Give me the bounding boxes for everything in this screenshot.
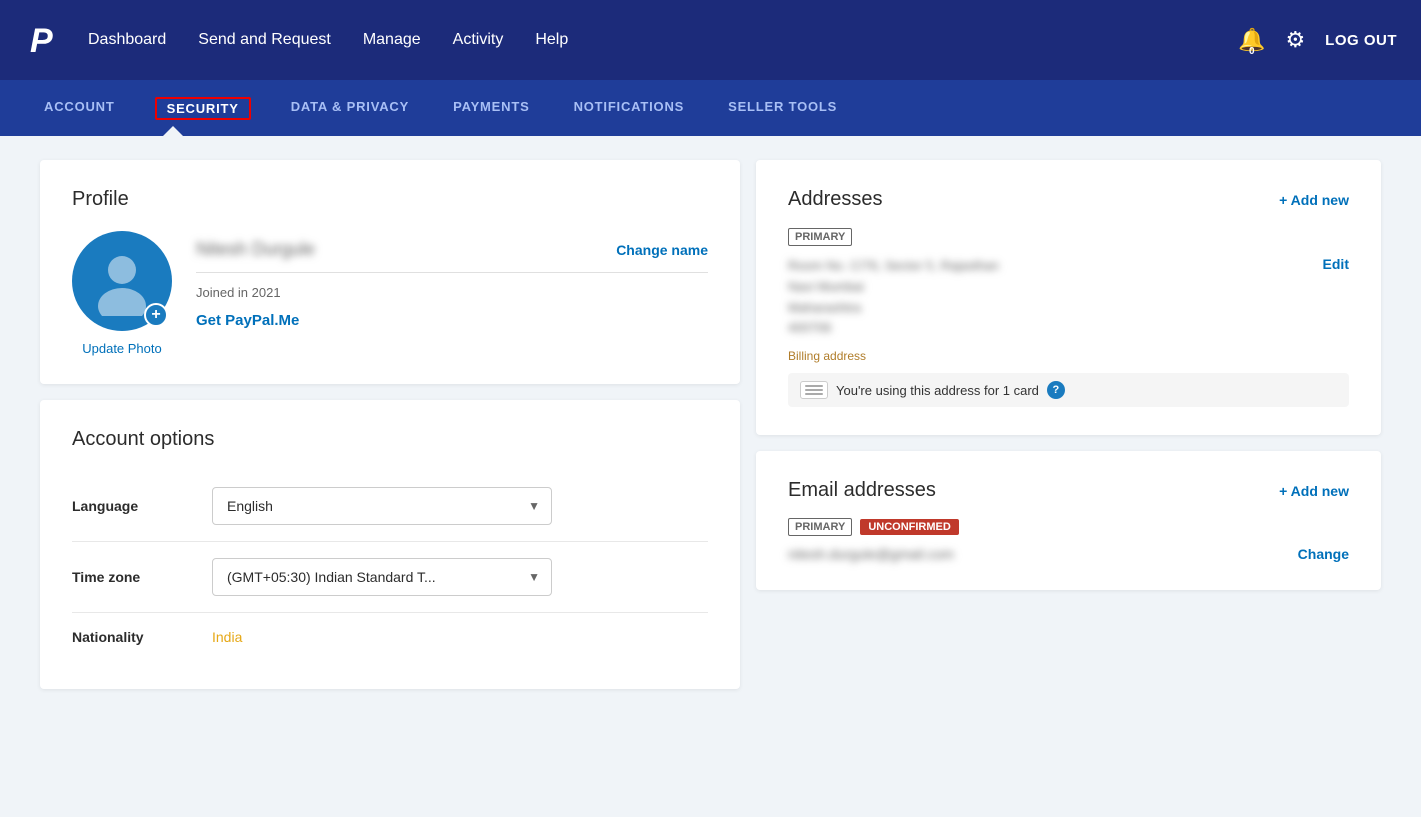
card-line-2 [805, 389, 823, 391]
nav-send-request[interactable]: Send and Request [198, 31, 331, 49]
profile-name: Nitesh Durgule [196, 239, 315, 260]
settings-icon[interactable]: ⚙ [1285, 27, 1305, 53]
address-text: Room No. C/76, Sector 5, Rajasthan Navi … [788, 256, 999, 339]
card-usage-text: You're using this address for 1 card [836, 383, 1039, 398]
nav-manage[interactable]: Manage [363, 31, 421, 49]
language-select-wrapper: English ▼ [212, 487, 552, 525]
addresses-title: Addresses [788, 188, 883, 211]
card-lines [805, 385, 823, 395]
nav-pointer [163, 126, 183, 136]
subnav-notifications[interactable]: NOTIFICATIONS [570, 80, 689, 136]
addresses-header: Addresses + Add new [788, 188, 1349, 211]
profile-title: Profile [72, 188, 708, 211]
right-column: Addresses + Add new PRIMARY Room No. C/7… [740, 160, 1381, 689]
nationality-row: Nationality India [72, 613, 708, 661]
language-select[interactable]: English [212, 487, 552, 525]
help-icon[interactable]: ? [1047, 381, 1065, 399]
timezone-row: Time zone (GMT+05:30) Indian Standard T.… [72, 542, 708, 613]
nav-help[interactable]: Help [535, 31, 568, 49]
sub-nav-wrapper: ACCOUNT SECURITY DATA & PRIVACY PAYMENTS… [0, 80, 1421, 136]
email-row: nitesh.durgule@gmail.com Change [788, 546, 1349, 562]
top-navigation: P Dashboard Send and Request Manage Acti… [0, 0, 1421, 80]
change-name-button[interactable]: Change name [616, 242, 708, 258]
profile-row: + Update Photo Nitesh Durgule Change nam… [72, 231, 708, 356]
profile-card: Profile + Update Photo Nitesh [40, 160, 740, 384]
email-addresses-title: Email addresses [788, 479, 936, 502]
subnav-account[interactable]: ACCOUNT [40, 80, 119, 136]
subnav-data-privacy[interactable]: DATA & PRIVACY [287, 80, 413, 136]
primary-address-badge: PRIMARY [788, 228, 852, 246]
email-addresses-card: Email addresses + Add new PRIMARY UNCONF… [756, 451, 1381, 590]
top-nav-links: Dashboard Send and Request Manage Activi… [88, 31, 1238, 49]
email-header: Email addresses + Add new [788, 479, 1349, 502]
timezone-label: Time zone [72, 569, 212, 585]
language-row: Language English ▼ [72, 471, 708, 542]
paypal-logo[interactable]: P [24, 20, 64, 60]
timezone-select-wrapper: (GMT+05:30) Indian Standard T... ▼ [212, 558, 552, 596]
notifications-bell[interactable]: 🔔 0 [1238, 27, 1265, 53]
nationality-value: India [212, 629, 242, 645]
nav-activity[interactable]: Activity [453, 31, 504, 49]
billing-label: Billing address [788, 349, 1349, 363]
subnav-seller-tools[interactable]: SELLER TOOLS [724, 80, 841, 136]
logout-button[interactable]: LOG OUT [1325, 32, 1397, 49]
subnav-payments[interactable]: PAYMENTS [449, 80, 533, 136]
nationality-label: Nationality [72, 629, 212, 645]
subnav-security[interactable]: SECURITY [155, 97, 251, 120]
avatar[interactable]: + [72, 231, 172, 331]
paypalme-link[interactable]: Get PayPal.Me [196, 312, 708, 329]
card-icon [800, 381, 828, 399]
avatar-wrapper: + Update Photo [72, 231, 172, 356]
add-email-button[interactable]: + Add new [1279, 483, 1349, 499]
avatar-plus-icon: + [144, 303, 168, 327]
sub-navigation: ACCOUNT SECURITY DATA & PRIVACY PAYMENTS… [0, 80, 1421, 136]
svg-text:P: P [30, 22, 53, 60]
unconfirmed-badge: UNCONFIRMED [860, 519, 959, 535]
timezone-select[interactable]: (GMT+05:30) Indian Standard T... [212, 558, 552, 596]
add-address-button[interactable]: + Add new [1279, 192, 1349, 208]
notification-count: 0 [1249, 46, 1255, 57]
change-email-button[interactable]: Change [1298, 546, 1349, 562]
card-line-3 [805, 393, 823, 395]
email-badges: PRIMARY UNCONFIRMED [788, 518, 1349, 536]
primary-email-badge: PRIMARY [788, 518, 852, 536]
main-content: Profile + Update Photo Nitesh [0, 136, 1421, 713]
card-usage-row: You're using this address for 1 card ? [788, 373, 1349, 407]
addresses-card: Addresses + Add new PRIMARY Room No. C/7… [756, 160, 1381, 435]
top-nav-right: 🔔 0 ⚙ LOG OUT [1238, 27, 1397, 53]
language-label: Language [72, 498, 212, 514]
account-options-card: Account options Language English ▼ Time … [40, 400, 740, 689]
account-options-title: Account options [72, 428, 708, 451]
nav-dashboard[interactable]: Dashboard [88, 31, 166, 49]
edit-address-button[interactable]: Edit [1323, 256, 1349, 272]
card-line-1 [805, 385, 823, 387]
address-row: Room No. C/76, Sector 5, Rajasthan Navi … [788, 256, 1349, 339]
joined-date: Joined in 2021 [196, 285, 708, 300]
left-column: Profile + Update Photo Nitesh [40, 160, 740, 689]
profile-info: Nitesh Durgule Change name Joined in 202… [196, 231, 708, 329]
update-photo-button[interactable]: Update Photo [82, 341, 162, 356]
profile-name-row: Nitesh Durgule Change name [196, 239, 708, 273]
email-value: nitesh.durgule@gmail.com [788, 546, 954, 562]
